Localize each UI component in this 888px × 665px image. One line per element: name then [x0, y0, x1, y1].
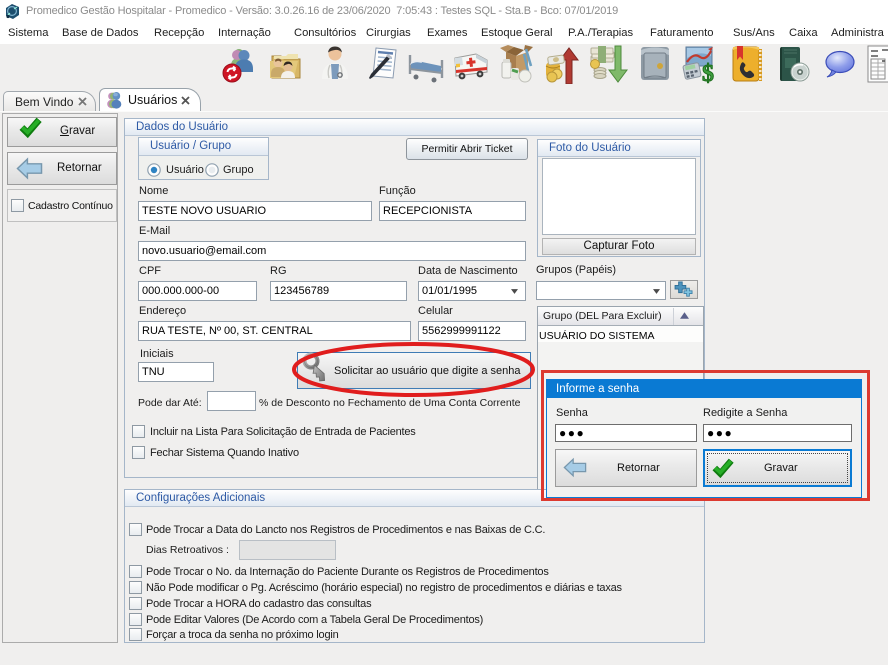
svg-text:$: $ — [702, 61, 714, 84]
